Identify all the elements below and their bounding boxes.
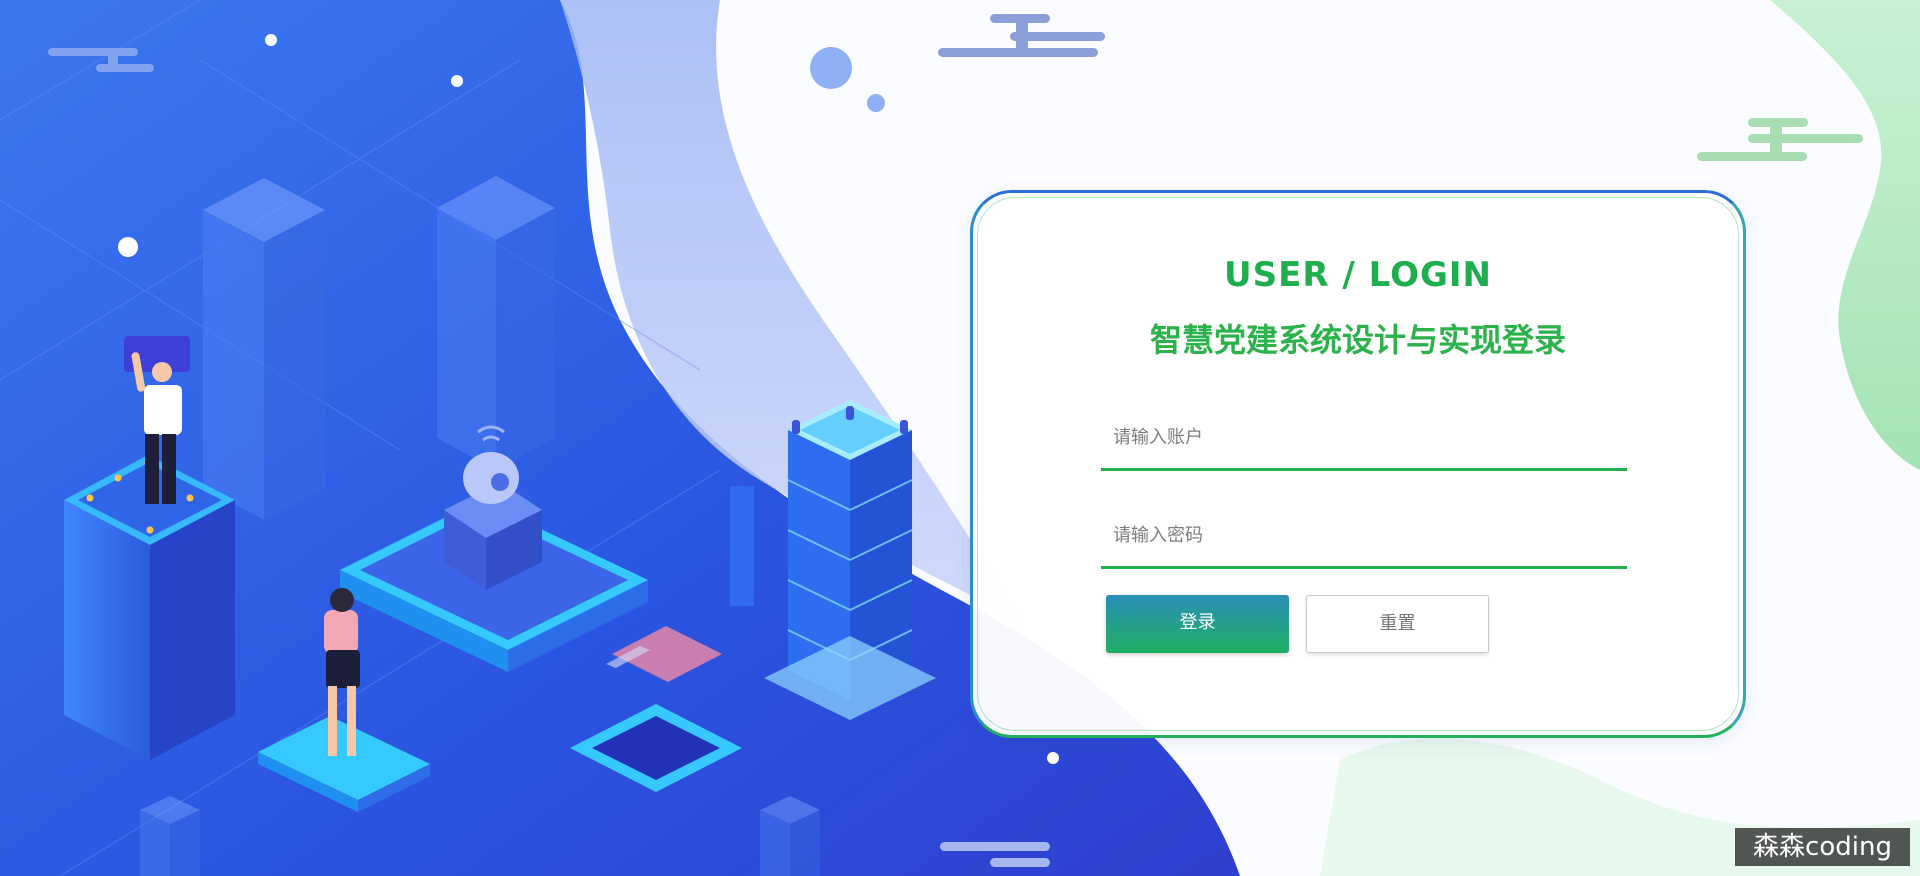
cloud-icon — [938, 14, 1105, 57]
server-tower-icon — [764, 400, 936, 720]
decor-bubble-large — [810, 47, 852, 89]
login-card: USER / LOGIN 智慧党建系统设计与实现登录 登录 重置 — [970, 190, 1746, 738]
password-field — [1101, 506, 1627, 569]
account-field — [1101, 408, 1627, 471]
password-input[interactable] — [1111, 506, 1615, 564]
decor-bubble-small — [867, 94, 885, 112]
server-tower-icon — [203, 178, 325, 520]
server-tower-icon — [437, 176, 555, 470]
slim-column — [730, 486, 754, 606]
system-subtitle: 智慧党建系统设计与实现登录 — [1149, 321, 1566, 359]
cloud-icon — [1697, 118, 1863, 161]
server-tower-icon — [760, 796, 820, 876]
account-input[interactable] — [1111, 408, 1615, 466]
reset-button[interactable]: 重置 — [1306, 595, 1489, 653]
login-button[interactable]: 登录 — [1106, 595, 1289, 653]
watermark: 森森coding — [1735, 828, 1910, 866]
mint-blob-top-right — [1770, 0, 1920, 470]
login-page: USER / LOGIN 智慧党建系统设计与实现登录 登录 重置 森森codin… — [0, 0, 1920, 876]
server-tower-icon — [140, 796, 200, 876]
login-title: USER / LOGIN — [1224, 255, 1492, 295]
